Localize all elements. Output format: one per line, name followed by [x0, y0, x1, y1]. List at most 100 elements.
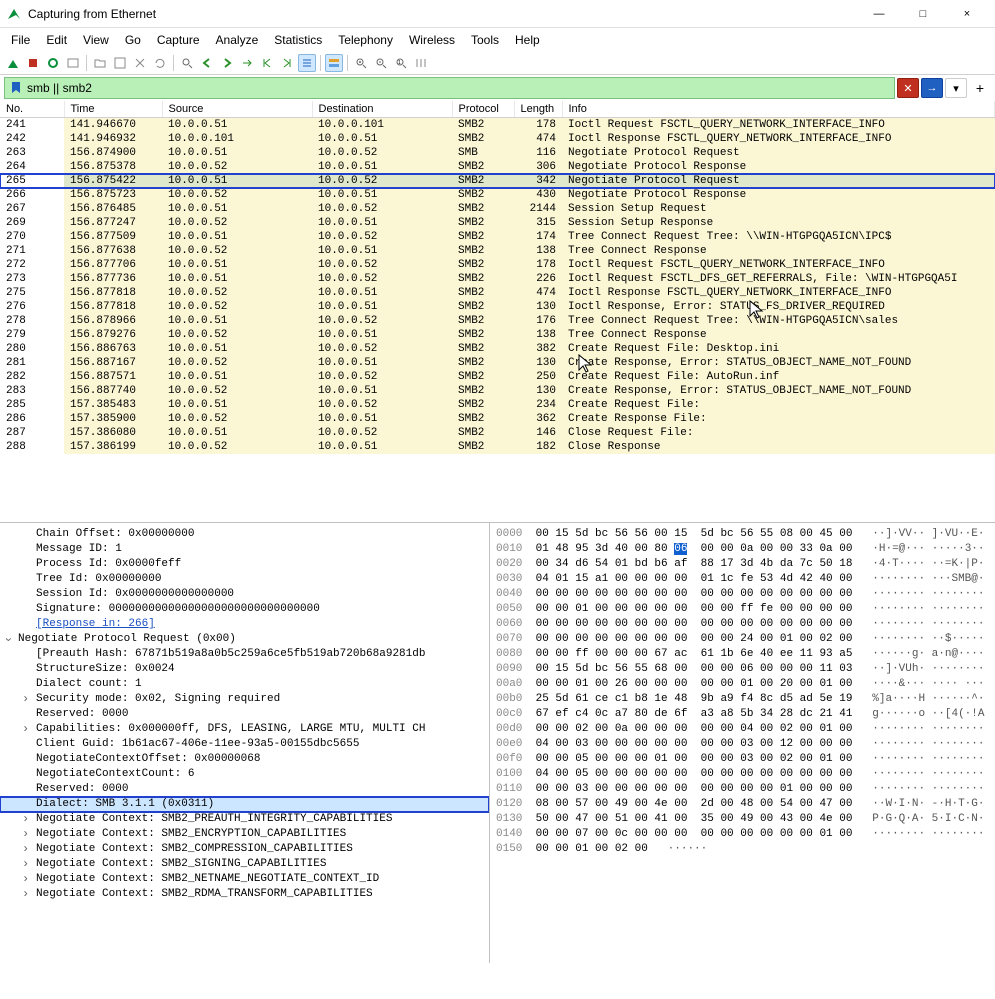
packet-list[interactable]: No.TimeSourceDestinationProtocolLengthIn… — [0, 101, 995, 523]
filter-dropdown-button[interactable]: ▾ — [945, 78, 967, 98]
tree-node[interactable]: Reserved: 0000 — [0, 707, 489, 722]
reload-icon[interactable] — [151, 54, 169, 72]
packet-row[interactable]: 278156.87896610.0.0.5110.0.0.52SMB2176Tr… — [0, 314, 995, 328]
packet-row[interactable]: 276156.87781810.0.0.5210.0.0.51SMB2130Io… — [0, 300, 995, 314]
tree-node[interactable]: Session Id: 0x0000000000000000 — [0, 587, 489, 602]
hex-line[interactable]: 0050 00 00 01 00 00 00 00 00 00 00 ff fe… — [496, 602, 989, 617]
tree-node[interactable]: Dialect: SMB 3.1.1 (0x0311) — [0, 797, 489, 812]
menu-analyze[interactable]: Analyze — [209, 30, 266, 50]
close-file-icon[interactable] — [131, 54, 149, 72]
menu-wireless[interactable]: Wireless — [402, 30, 462, 50]
go-forward-icon[interactable] — [218, 54, 236, 72]
display-filter-input[interactable] — [4, 77, 895, 99]
go-last-icon[interactable] — [278, 54, 296, 72]
autoscroll-icon[interactable] — [298, 54, 316, 72]
tree-node[interactable]: Dialect count: 1 — [0, 677, 489, 692]
zoom-in-icon[interactable] — [352, 54, 370, 72]
go-first-icon[interactable] — [258, 54, 276, 72]
hex-line[interactable]: 0120 08 00 57 00 49 00 4e 00 2d 00 48 00… — [496, 797, 989, 812]
packet-details-tree[interactable]: Chain Offset: 0x00000000Message ID: 1Pro… — [0, 523, 490, 963]
packet-row[interactable]: 280156.88676310.0.0.5110.0.0.52SMB2382Cr… — [0, 342, 995, 356]
tree-node[interactable]: [Preauth Hash: 67871b519a8a0b5c259a6ce5f… — [0, 647, 489, 662]
packet-row[interactable]: 275156.87781810.0.0.5210.0.0.51SMB2474Io… — [0, 286, 995, 300]
packet-row[interactable]: 272156.87770610.0.0.5110.0.0.52SMB2178Io… — [0, 258, 995, 272]
tree-node[interactable]: Tree Id: 0x00000000 — [0, 572, 489, 587]
packet-row[interactable]: 271156.87763810.0.0.5210.0.0.51SMB2138Tr… — [0, 244, 995, 258]
packet-row[interactable]: 273156.87773610.0.0.5110.0.0.52SMB2226Io… — [0, 272, 995, 286]
column-header[interactable]: Protocol — [452, 101, 514, 118]
colorize-icon[interactable] — [325, 54, 343, 72]
column-header[interactable]: No. — [0, 101, 64, 118]
hex-line[interactable]: 0060 00 00 00 00 00 00 00 00 00 00 00 00… — [496, 617, 989, 632]
hex-line[interactable]: 0110 00 00 03 00 00 00 00 00 00 00 00 00… — [496, 782, 989, 797]
packet-row[interactable]: 269156.87724710.0.0.5210.0.0.51SMB2315Se… — [0, 216, 995, 230]
hex-line[interactable]: 0020 00 34 d6 54 01 bd b6 af 88 17 3d 4b… — [496, 557, 989, 572]
tree-node[interactable]: Negotiate Context: SMB2_PREAUTH_INTEGRIT… — [0, 812, 489, 827]
hex-line[interactable]: 00a0 00 00 01 00 26 00 00 00 00 00 01 00… — [496, 677, 989, 692]
find-icon[interactable] — [178, 54, 196, 72]
menu-tools[interactable]: Tools — [464, 30, 506, 50]
hex-line[interactable]: 0080 00 00 ff 00 00 00 67 ac 61 1b 6e 40… — [496, 647, 989, 662]
zoom-out-icon[interactable] — [372, 54, 390, 72]
hex-line[interactable]: 0040 00 00 00 00 00 00 00 00 00 00 00 00… — [496, 587, 989, 602]
maximize-button[interactable]: □ — [901, 0, 945, 28]
packet-row[interactable]: 281156.88716710.0.0.5210.0.0.51SMB2130Cr… — [0, 356, 995, 370]
tree-node[interactable]: Capabilities: 0x000000ff, DFS, LEASING, … — [0, 722, 489, 737]
packet-row[interactable]: 283156.88774010.0.0.5210.0.0.51SMB2130Cr… — [0, 384, 995, 398]
save-file-icon[interactable] — [111, 54, 129, 72]
tree-node[interactable]: Negotiate Context: SMB2_NETNAME_NEGOTIAT… — [0, 872, 489, 887]
column-header[interactable]: Time — [64, 101, 162, 118]
hex-line[interactable]: 0100 04 00 05 00 00 00 00 00 00 00 00 00… — [496, 767, 989, 782]
packet-row[interactable]: 287157.38608010.0.0.5110.0.0.52SMB2146Cl… — [0, 426, 995, 440]
tree-node[interactable]: StructureSize: 0x0024 — [0, 662, 489, 677]
column-header[interactable]: Source — [162, 101, 312, 118]
menu-help[interactable]: Help — [508, 30, 547, 50]
packet-row[interactable]: 265156.87542210.0.0.5110.0.0.52SMB2342Ne… — [0, 174, 995, 188]
tree-node[interactable]: Negotiate Context: SMB2_RDMA_TRANSFORM_C… — [0, 887, 489, 902]
jump-to-icon[interactable] — [238, 54, 256, 72]
packet-row[interactable]: 270156.87750910.0.0.5110.0.0.52SMB2174Tr… — [0, 230, 995, 244]
tree-node[interactable]: Negotiate Context: SMB2_ENCRYPTION_CAPAB… — [0, 827, 489, 842]
start-capture-icon[interactable] — [4, 54, 22, 72]
tree-node[interactable]: NegotiateContextOffset: 0x00000068 — [0, 752, 489, 767]
hex-line[interactable]: 0000 00 15 5d bc 56 56 00 15 5d bc 56 55… — [496, 527, 989, 542]
hex-line[interactable]: 00e0 04 00 03 00 00 00 00 00 00 00 03 00… — [496, 737, 989, 752]
packet-row[interactable]: 285157.38548310.0.0.5110.0.0.52SMB2234Cr… — [0, 398, 995, 412]
tree-node[interactable]: [Response in: 266] — [0, 617, 489, 632]
packet-row[interactable]: 242141.94693210.0.0.10110.0.0.51SMB2474I… — [0, 132, 995, 146]
tree-node[interactable]: Client Guid: 1b61ac67-406e-11ee-93a5-001… — [0, 737, 489, 752]
hex-line[interactable]: 00f0 00 00 05 00 00 00 01 00 00 00 03 00… — [496, 752, 989, 767]
column-header[interactable]: Length — [514, 101, 562, 118]
tree-node[interactable]: Process Id: 0x0000feff — [0, 557, 489, 572]
column-header[interactable]: Info — [562, 101, 995, 118]
clear-filter-button[interactable]: ✕ — [897, 78, 919, 98]
hex-line[interactable]: 00d0 00 00 02 00 0a 00 00 00 00 00 04 00… — [496, 722, 989, 737]
menu-go[interactable]: Go — [118, 30, 148, 50]
packet-row[interactable]: 288157.38619910.0.0.5210.0.0.51SMB2182Cl… — [0, 440, 995, 454]
hex-line[interactable]: 0090 00 15 5d bc 56 55 68 00 00 00 06 00… — [496, 662, 989, 677]
packet-row[interactable]: 286157.38590010.0.0.5210.0.0.51SMB2362Cr… — [0, 412, 995, 426]
apply-filter-button[interactable]: → — [921, 78, 943, 98]
tree-node[interactable]: Reserved: 0000 — [0, 782, 489, 797]
menu-capture[interactable]: Capture — [150, 30, 207, 50]
packet-row[interactable]: 282156.88757110.0.0.5110.0.0.52SMB2250Cr… — [0, 370, 995, 384]
zoom-reset-icon[interactable]: 1 — [392, 54, 410, 72]
hex-line[interactable]: 00c0 67 ef c4 0c a7 80 de 6f a3 a8 5b 34… — [496, 707, 989, 722]
packet-row[interactable]: 264156.87537810.0.0.5210.0.0.51SMB2306Ne… — [0, 160, 995, 174]
minimize-button[interactable]: — — [857, 0, 901, 28]
hex-line[interactable]: 0130 50 00 47 00 51 00 41 00 35 00 49 00… — [496, 812, 989, 827]
menu-view[interactable]: View — [76, 30, 116, 50]
tree-node[interactable]: Security mode: 0x02, Signing required — [0, 692, 489, 707]
filter-text-field[interactable] — [25, 80, 890, 96]
packet-row[interactable]: 241141.94667010.0.0.5110.0.0.101SMB2178I… — [0, 118, 995, 133]
hex-line[interactable]: 0140 00 00 07 00 0c 00 00 00 00 00 00 00… — [496, 827, 989, 842]
hex-line[interactable]: 0010 01 48 95 3d 40 00 80 06 00 00 0a 00… — [496, 542, 989, 557]
packet-row[interactable]: 279156.87927610.0.0.5210.0.0.51SMB2138Tr… — [0, 328, 995, 342]
menu-edit[interactable]: Edit — [39, 30, 74, 50]
resize-columns-icon[interactable] — [412, 54, 430, 72]
tree-node[interactable]: Negotiate Context: SMB2_COMPRESSION_CAPA… — [0, 842, 489, 857]
close-button[interactable]: × — [945, 0, 989, 28]
packet-row[interactable]: 266156.87572310.0.0.5210.0.0.51SMB2430Ne… — [0, 188, 995, 202]
tree-node[interactable]: Chain Offset: 0x00000000 — [0, 527, 489, 542]
stop-capture-icon[interactable] — [24, 54, 42, 72]
